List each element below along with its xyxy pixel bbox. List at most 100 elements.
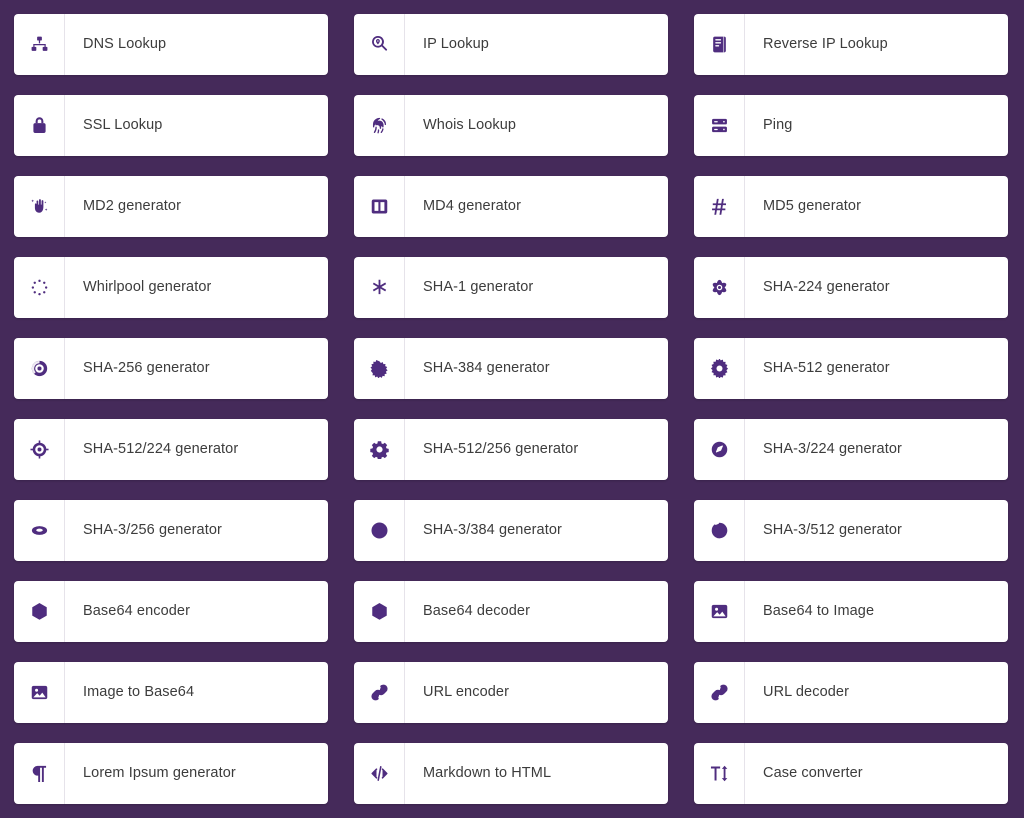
tool-card[interactable]: URL decoder [694,662,1008,723]
tool-card[interactable]: Base64 decoder [354,581,668,642]
tool-label: Whois Lookup [423,116,517,133]
tool-label-cell: Base64 encoder [65,581,328,642]
tool-label-cell: Whois Lookup [405,95,668,156]
tool-label-cell: SSL Lookup [65,95,328,156]
tool-label-cell: Markdown to HTML [405,743,668,804]
tool-card[interactable]: Base64 to Image [694,581,1008,642]
tool-label: Case converter [763,764,863,781]
lock-icon [14,95,65,156]
tool-label-cell: Base64 to Image [745,581,1008,642]
tool-card[interactable]: Image to Base64 [14,662,328,723]
fingerprint-icon [354,95,405,156]
tool-card[interactable]: SHA-512/224 generator [14,419,328,480]
tool-card[interactable]: SHA-3/224 generator [694,419,1008,480]
tool-label-cell: URL encoder [405,662,668,723]
tool-label: DNS Lookup [83,35,167,52]
tool-label: SHA-512/256 generator [423,440,579,457]
tool-label: MD4 generator [423,197,522,214]
crosshair-icon [14,419,65,480]
tool-label: Image to Base64 [83,683,195,700]
tool-card[interactable]: MD4 generator [354,176,668,237]
ring-icon [14,500,65,561]
image-icon [14,662,65,723]
tool-label-cell: IP Lookup [405,14,668,75]
pilcrow-icon [14,743,65,804]
server-icon [694,95,745,156]
tool-card[interactable]: SHA-3/384 generator [354,500,668,561]
tool-card[interactable]: Case converter [694,743,1008,804]
tool-label-cell: Whirlpool generator [65,257,328,318]
starburst-icon [354,338,405,399]
tool-label: SHA-384 generator [423,359,550,376]
tool-card[interactable]: SHA-512 generator [694,338,1008,399]
tool-card[interactable]: IP Lookup [354,14,668,75]
tool-label: Whirlpool generator [83,278,212,295]
tool-label: SHA-3/512 generator [763,521,902,538]
tool-label: SHA-3/384 generator [423,521,562,538]
tool-label: Reverse IP Lookup [763,35,888,52]
tool-label-cell: URL decoder [745,662,1008,723]
tool-label: SHA-224 generator [763,278,890,295]
dotted-circle-icon [14,257,65,318]
link-icon [354,662,405,723]
tool-label: SHA-256 generator [83,359,210,376]
lifebuoy-icon [354,500,405,561]
asterisk-icon [354,257,405,318]
compass-icon [694,419,745,480]
tool-card[interactable]: MD2 generator [14,176,328,237]
tool-label: SHA-3/224 generator [763,440,902,457]
circle-outline-icon [694,500,745,561]
tool-label: Base64 encoder [83,602,191,619]
code-icon [354,743,405,804]
tool-grid: DNS Lookup IP Lookup Reverse IP Lookup SSL … [0,0,1024,818]
tool-label: Markdown to HTML [423,764,552,781]
tool-card[interactable]: Reverse IP Lookup [694,14,1008,75]
sitemap-icon [14,14,65,75]
tool-card[interactable]: SHA-3/512 generator [694,500,1008,561]
tool-label: SHA-3/256 generator [83,521,222,538]
cube-node-icon [354,581,405,642]
tool-card[interactable]: Whirlpool generator [14,257,328,318]
tool-label: Ping [763,116,793,133]
tool-label: URL decoder [763,683,849,700]
tool-card[interactable]: Markdown to HTML [354,743,668,804]
gear-icon [694,338,745,399]
tool-label-cell: Reverse IP Lookup [745,14,1008,75]
tool-label-cell: MD5 generator [745,176,1008,237]
text-case-icon [694,743,745,804]
tool-card[interactable]: Lorem Ipsum generator [14,743,328,804]
tool-label-cell: MD4 generator [405,176,668,237]
tool-label: Base64 to Image [763,602,875,619]
tool-label-cell: SHA-512/256 generator [405,419,668,480]
tool-label: Lorem Ipsum generator [83,764,236,781]
tool-label-cell: Base64 decoder [405,581,668,642]
tool-label-cell: Case converter [745,743,1008,804]
hand-sparkle-icon [14,176,65,237]
tool-label-cell: SHA-384 generator [405,338,668,399]
tool-label: MD5 generator [763,197,862,214]
tool-label-cell: SHA-3/384 generator [405,500,668,561]
tool-card[interactable]: URL encoder [354,662,668,723]
tool-card[interactable]: DNS Lookup [14,14,328,75]
tool-label: SHA-1 generator [423,278,534,295]
tool-card[interactable]: SHA-3/256 generator [14,500,328,561]
tool-label: MD2 generator [83,197,182,214]
tool-label-cell: SHA-1 generator [405,257,668,318]
tool-label: Base64 decoder [423,602,531,619]
book-icon [694,14,745,75]
tool-label-cell: Ping [745,95,1008,156]
tool-card[interactable]: SHA-224 generator [694,257,1008,318]
tool-card[interactable]: SHA-384 generator [354,338,668,399]
panel-split-icon [354,176,405,237]
tool-card[interactable]: SHA-1 generator [354,257,668,318]
tool-card[interactable]: Base64 encoder [14,581,328,642]
tool-card[interactable]: Ping [694,95,1008,156]
tool-label: SSL Lookup [83,116,163,133]
tool-label-cell: MD2 generator [65,176,328,237]
tool-label-cell: SHA-3/512 generator [745,500,1008,561]
tool-card[interactable]: SHA-256 generator [14,338,328,399]
tool-card[interactable]: SSL Lookup [14,95,328,156]
tool-card[interactable]: SHA-512/256 generator [354,419,668,480]
tool-card[interactable]: Whois Lookup [354,95,668,156]
tool-card[interactable]: MD5 generator [694,176,1008,237]
